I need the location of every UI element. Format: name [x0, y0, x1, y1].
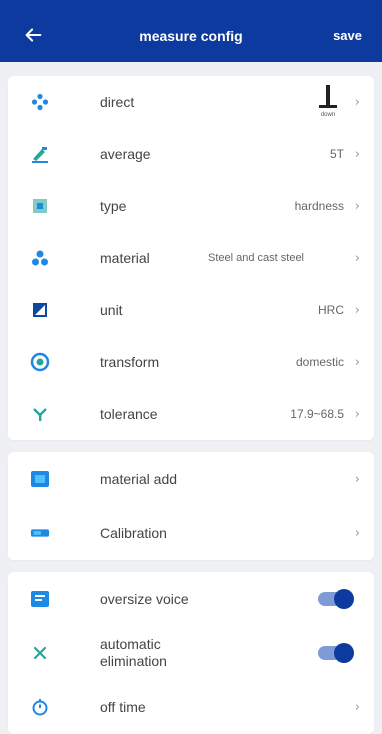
- system-settings-card: oversize voice automatic elimination off…: [8, 572, 374, 734]
- tolerance-icon: [30, 404, 50, 424]
- row-label: off time: [100, 699, 146, 715]
- chevron-right-icon: ›: [354, 525, 360, 541]
- transform-icon: [30, 352, 50, 372]
- material-icon: [30, 248, 50, 268]
- oversize-voice-toggle[interactable]: [318, 589, 354, 609]
- row-label: average: [100, 146, 151, 162]
- row-transform[interactable]: transform domestic ›: [8, 336, 374, 388]
- row-value: Steel and cast steel: [208, 251, 305, 264]
- chevron-right-icon: ›: [354, 406, 360, 422]
- row-type[interactable]: type hardness ›: [8, 180, 374, 232]
- type-icon: [30, 196, 50, 216]
- row-average[interactable]: average 5T ›: [8, 128, 374, 180]
- row-label: Calibration: [100, 525, 167, 541]
- voice-icon: [30, 589, 50, 609]
- row-label: oversize voice: [100, 591, 189, 607]
- row-value: HRC: [318, 303, 344, 317]
- row-off-time[interactable]: off time ›: [8, 680, 374, 734]
- chevron-right-icon: ›: [354, 198, 360, 214]
- chevron-right-icon: ›: [354, 699, 360, 715]
- row-oversize-voice[interactable]: oversize voice: [8, 572, 374, 626]
- back-arrow-icon[interactable]: [22, 24, 44, 46]
- chevron-right-icon: ›: [354, 250, 360, 266]
- measure-settings-card: direct down › average 5T › type hardness…: [8, 76, 374, 440]
- direction-icon: [30, 92, 50, 112]
- chevron-right-icon: ›: [354, 146, 360, 162]
- calibration-icon: [30, 523, 50, 543]
- toggle-knob: [334, 643, 354, 663]
- page-title: measure config: [139, 28, 243, 44]
- row-label: type: [100, 198, 127, 214]
- row-label: transform: [100, 354, 160, 370]
- chevron-right-icon: ›: [354, 302, 360, 318]
- unit-icon: [30, 300, 50, 320]
- row-unit[interactable]: unit HRC ›: [8, 284, 374, 336]
- row-label: material: [100, 250, 150, 266]
- close-icon: [30, 643, 50, 663]
- row-label: direct: [100, 94, 135, 110]
- row-value: domestic: [295, 355, 344, 369]
- row-label: tolerance: [100, 406, 158, 422]
- row-automatic-elimination[interactable]: automatic elimination: [8, 626, 374, 680]
- row-direct[interactable]: direct down ›: [8, 76, 374, 128]
- row-value: 5T: [329, 147, 344, 161]
- row-label: automatic elimination: [100, 636, 167, 669]
- row-tolerance[interactable]: tolerance 17.9~68.5 ›: [8, 388, 374, 440]
- svg-text:down: down: [321, 112, 335, 118]
- row-material[interactable]: material Steel and cast steel ›: [8, 232, 374, 284]
- chevron-right-icon: ›: [354, 471, 360, 487]
- app-header: measure config save: [0, 0, 382, 62]
- row-label: unit: [100, 302, 123, 318]
- toggle-knob: [334, 589, 354, 609]
- chevron-right-icon: ›: [354, 354, 360, 370]
- row-value: hardness: [294, 199, 344, 213]
- timer-icon: [30, 697, 50, 717]
- chevron-right-icon: ›: [354, 94, 360, 110]
- row-label: material add: [100, 471, 178, 487]
- save-button[interactable]: save: [333, 28, 362, 43]
- row-calibration[interactable]: Calibration ›: [8, 506, 374, 560]
- row-material-add[interactable]: material add ›: [8, 452, 374, 506]
- material-add-icon: [30, 469, 50, 489]
- row-value: 17.9~68.5: [290, 407, 344, 421]
- automatic-elimination-toggle[interactable]: [318, 643, 354, 663]
- average-icon: [30, 144, 50, 164]
- extra-settings-card: material add › Calibration ›: [8, 452, 374, 560]
- probe-down-icon: down: [319, 85, 337, 118]
